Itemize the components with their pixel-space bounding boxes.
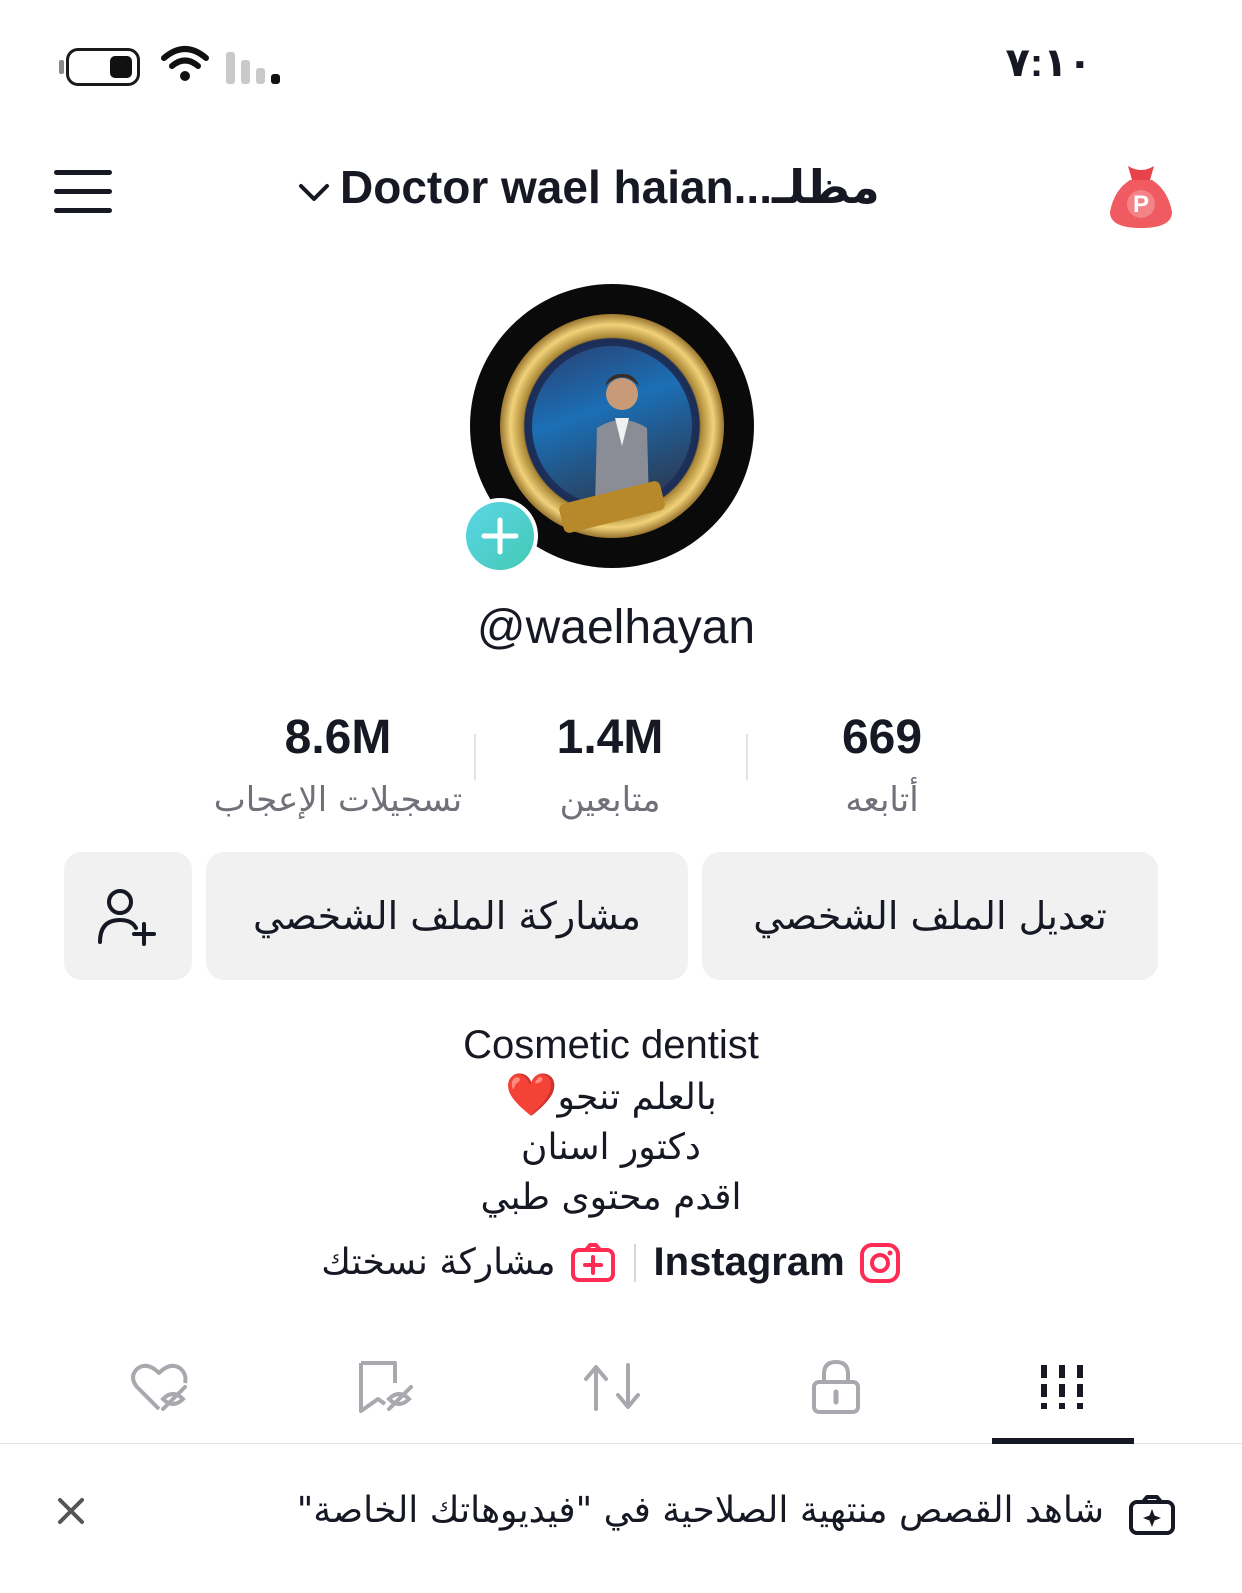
instagram-icon: [859, 1242, 900, 1283]
add-friend-button[interactable]: [64, 852, 192, 980]
status-time: ٧:١٠: [1005, 41, 1092, 85]
tab-private[interactable]: [786, 1352, 886, 1422]
add-box-icon: [570, 1242, 615, 1282]
stat-following[interactable]: 669 أتابعه: [732, 710, 1032, 820]
battery-icon: [59, 48, 140, 86]
followers-count: 1.4M: [556, 711, 664, 764]
menu-icon[interactable]: [54, 170, 112, 218]
video-star-icon: [1129, 1495, 1175, 1535]
bio-line: بالعلم تنجو❤️: [505, 1070, 717, 1119]
username: @waelhayan: [476, 601, 756, 654]
heart-emoji: ❤️: [505, 1070, 558, 1119]
account-title[interactable]: Doctor wael haian...مظلـ: [340, 160, 940, 214]
edit-profile-button[interactable]: تعديل الملف الشخصي: [702, 852, 1158, 980]
bio-line: Cosmetic dentist: [463, 1023, 759, 1067]
repost-icon: [584, 1363, 640, 1411]
bio-line: اقدم محتوى طبي: [480, 1177, 742, 1218]
signal-icon: [226, 52, 280, 84]
share-copy-link[interactable]: مشاركة نسختك: [321, 1242, 615, 1283]
share-copy-label: مشاركة نسختك: [321, 1242, 556, 1283]
money-bag-icon[interactable]: P: [1104, 160, 1178, 234]
tab-reposts[interactable]: [562, 1352, 662, 1422]
likes-count: 8.6M: [284, 711, 392, 764]
share-profile-button[interactable]: مشاركة الملف الشخصي: [206, 852, 688, 980]
lock-icon: [812, 1359, 860, 1414]
plus-icon: [481, 517, 519, 555]
chevron-down-icon[interactable]: [298, 180, 330, 206]
stat-likes[interactable]: 8.6M تسجيلات الإعجاب: [188, 710, 488, 820]
svg-text:P: P: [1133, 191, 1149, 218]
profile-links: مشاركة نسختك Instagram: [0, 1240, 1222, 1285]
following-label: أتابعه: [845, 780, 919, 820]
tab-videos[interactable]: [1012, 1352, 1112, 1422]
instagram-link[interactable]: Instagram: [654, 1240, 901, 1285]
following-count: 669: [841, 711, 923, 764]
tab-favorites[interactable]: [336, 1352, 436, 1422]
bio: Cosmetic dentist بالعلم تنجو❤️ دكتور اسن…: [0, 1020, 1222, 1223]
add-friend-icon: [98, 889, 156, 946]
banner-text[interactable]: شاهد القصص منتهية الصلاحية في "فيديوهاتك…: [297, 1490, 1104, 1531]
grid-icon: [1041, 1365, 1083, 1409]
link-separator: [633, 1243, 636, 1282]
wifi-icon: [161, 46, 209, 81]
close-icon[interactable]: [56, 1496, 86, 1526]
followers-label: متابعين: [559, 780, 661, 820]
add-avatar-button[interactable]: [462, 498, 538, 574]
bio-line: دكتور اسنان: [521, 1127, 701, 1168]
stat-followers[interactable]: 1.4M متابعين: [460, 710, 760, 820]
active-tab-indicator: [992, 1438, 1134, 1444]
liked-hidden-icon: [131, 1363, 188, 1411]
favorites-hidden-icon: [359, 1361, 413, 1413]
tab-liked[interactable]: [110, 1352, 210, 1422]
instagram-label: Instagram: [653, 1240, 845, 1284]
likes-label: تسجيلات الإعجاب: [213, 780, 463, 820]
